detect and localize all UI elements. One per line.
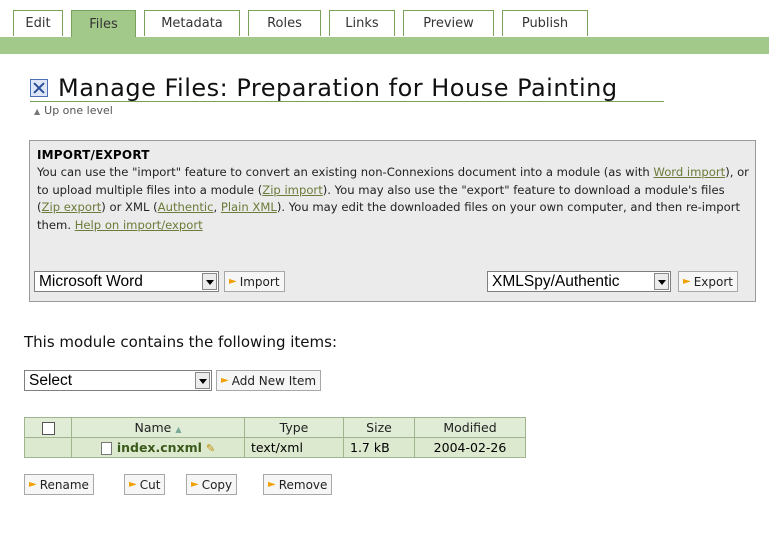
- page-title: Manage Files: Preparation for House Pain…: [30, 74, 618, 102]
- import-button[interactable]: ► Import: [224, 271, 285, 292]
- desc-text: ,: [213, 200, 221, 214]
- copy-button[interactable]: ► Copy: [186, 474, 238, 495]
- tab-underline-bar: [0, 37, 769, 54]
- arrow-icon: ►: [191, 479, 199, 490]
- size-column-header[interactable]: Size: [343, 417, 415, 438]
- desc-text: ) or XML (: [101, 200, 158, 214]
- title-divider: [30, 101, 664, 102]
- contains-text: This module contains the following items…: [24, 333, 338, 351]
- import-format-select[interactable]: Microsoft Word: [34, 271, 219, 292]
- add-item-select-value: Select: [29, 372, 73, 389]
- remove-button[interactable]: ► Remove: [263, 474, 333, 495]
- page-title-text: Manage Files: Preparation for House Pain…: [58, 74, 618, 102]
- up-one-level-label: Up one level: [44, 104, 113, 117]
- file-type-cell: text/xml: [244, 437, 344, 458]
- row-select-cell: [24, 437, 72, 458]
- zip-export-link[interactable]: Zip export: [42, 200, 102, 214]
- module-icon: [30, 79, 48, 97]
- import-export-panel: IMPORT/EXPORT You can use the "import" f…: [29, 140, 756, 302]
- word-import-link[interactable]: Word import: [653, 165, 725, 179]
- tab-bar: Edit Files Metadata Roles Links Preview …: [0, 0, 769, 38]
- type-column-header[interactable]: Type: [244, 417, 344, 438]
- up-one-level-link[interactable]: ▲ Up one level: [34, 104, 113, 117]
- table-row: index.cnxml ✎ text/xml 1.7 kB 2004-02-26: [24, 437, 526, 458]
- table-header-row: Name ▲ Type Size Modified: [24, 417, 526, 438]
- authentic-link[interactable]: Authentic: [158, 200, 214, 214]
- sort-ascending-icon: ▲: [175, 425, 182, 434]
- modified-column-header[interactable]: Modified: [414, 417, 526, 438]
- copy-label: Copy: [201, 477, 233, 492]
- import-format-value: Microsoft Word: [39, 273, 143, 290]
- rename-label: Rename: [39, 477, 89, 492]
- up-arrow-icon: ▲: [34, 107, 41, 116]
- file-modified-cell: 2004-02-26: [414, 437, 526, 458]
- import-export-heading: IMPORT/EXPORT: [37, 148, 150, 162]
- chevron-down-icon: [202, 273, 217, 290]
- export-button-label: Export: [693, 274, 733, 289]
- help-import-export-link[interactable]: Help on import/export: [75, 218, 203, 232]
- export-button[interactable]: ► Export: [678, 271, 738, 292]
- tab-metadata[interactable]: Metadata: [144, 10, 240, 36]
- file-size-cell: 1.7 kB: [343, 437, 415, 458]
- arrow-icon: ►: [229, 276, 237, 287]
- add-item-select[interactable]: Select: [24, 370, 212, 391]
- add-new-item-button[interactable]: ► Add New Item: [216, 370, 322, 391]
- arrow-icon: ►: [129, 479, 137, 490]
- add-new-item-label: Add New Item: [231, 373, 317, 388]
- cut-label: Cut: [139, 477, 161, 492]
- tab-preview[interactable]: Preview: [403, 10, 494, 36]
- export-format-select[interactable]: XMLSpy/Authentic: [487, 271, 671, 292]
- tab-links[interactable]: Links: [329, 10, 395, 36]
- files-table: Name ▲ Type Size Modified index.cnxml ✎ t…: [24, 417, 526, 458]
- arrow-icon: ►: [29, 479, 37, 490]
- file-name-link[interactable]: index.cnxml: [117, 440, 202, 455]
- pencil-edit-icon[interactable]: ✎: [206, 442, 215, 455]
- arrow-icon: ►: [221, 375, 229, 386]
- name-column-header[interactable]: Name ▲: [71, 417, 245, 438]
- chevron-down-icon: [195, 372, 210, 389]
- import-export-description: You can use the "import" feature to conv…: [37, 164, 749, 234]
- tab-roles[interactable]: Roles: [248, 10, 321, 36]
- zip-import-link[interactable]: Zip import: [262, 183, 323, 197]
- tab-files[interactable]: Files: [71, 10, 136, 38]
- arrow-icon: ►: [683, 276, 691, 287]
- cut-button[interactable]: ► Cut: [124, 474, 166, 495]
- export-format-value: XMLSpy/Authentic: [492, 273, 620, 290]
- name-header-label: Name: [134, 420, 172, 435]
- desc-text: You can use the "import" feature to conv…: [37, 165, 654, 179]
- rename-button[interactable]: ► Rename: [24, 474, 94, 495]
- arrow-icon: ►: [268, 479, 276, 490]
- import-button-label: Import: [239, 274, 280, 289]
- select-all-cell: [24, 417, 72, 438]
- file-icon: [100, 442, 112, 455]
- select-all-checkbox[interactable]: [41, 422, 55, 435]
- chevron-down-icon: [654, 273, 669, 290]
- file-name-cell: index.cnxml ✎: [71, 437, 245, 458]
- tab-edit[interactable]: Edit: [13, 10, 63, 36]
- tab-publish[interactable]: Publish: [502, 10, 588, 36]
- plain-xml-link[interactable]: Plain XML: [221, 200, 277, 214]
- remove-label: Remove: [278, 477, 328, 492]
